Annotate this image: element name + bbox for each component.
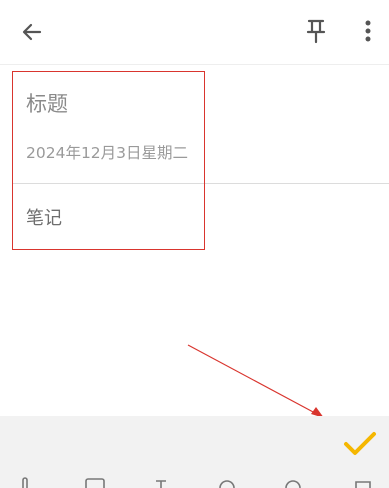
note-body-input[interactable]: 笔记 xyxy=(26,204,206,232)
checkmark-icon xyxy=(344,432,376,455)
confirm-button[interactable] xyxy=(338,424,382,464)
more-vert-icon xyxy=(365,20,371,42)
more-options-button[interactable] xyxy=(356,14,380,48)
image-icon[interactable] xyxy=(84,474,106,488)
note-title-input[interactable]: 标题 xyxy=(26,88,206,120)
top-app-bar xyxy=(0,0,389,62)
checklist-icon[interactable] xyxy=(216,474,238,488)
pin-icon xyxy=(306,19,326,44)
top-bar-divider xyxy=(0,64,389,65)
text-format-icon[interactable] xyxy=(150,474,172,488)
reminder-icon[interactable] xyxy=(282,474,304,488)
title-body-divider xyxy=(12,183,389,184)
arrow-back-icon xyxy=(22,23,42,41)
back-button[interactable] xyxy=(14,16,50,48)
more-format-icon[interactable] xyxy=(352,474,374,488)
pin-button[interactable] xyxy=(298,14,334,48)
format-toolbar xyxy=(0,474,389,488)
attachment-icon[interactable] xyxy=(14,474,36,488)
annotation-arrow xyxy=(187,344,324,418)
note-date: 2024年12月3日星期二 xyxy=(26,144,189,162)
